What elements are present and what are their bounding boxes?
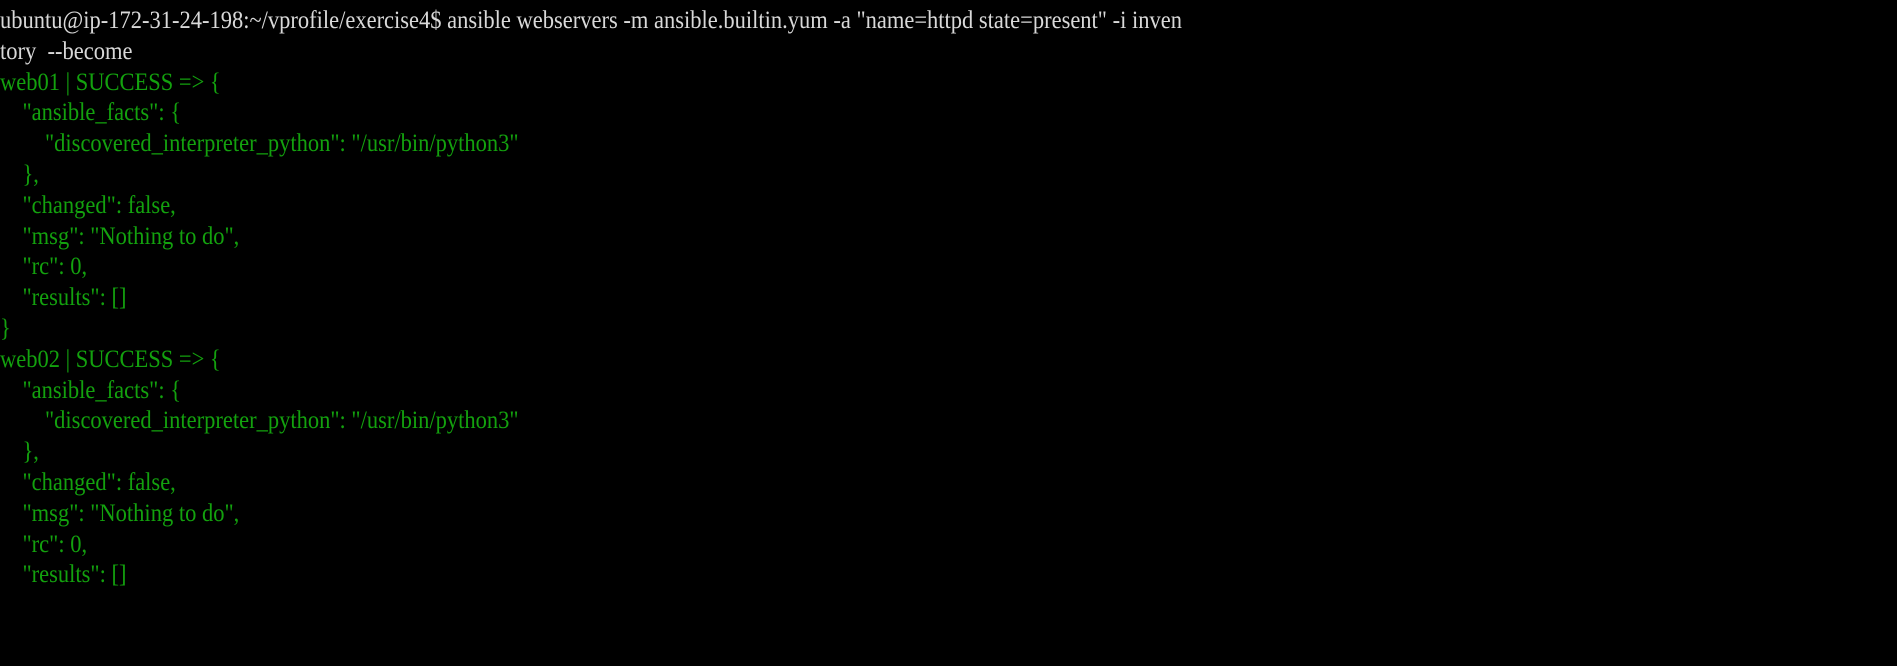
output-line: "changed": false,: [0, 191, 176, 219]
output-line: "msg": "Nothing to do",: [0, 499, 240, 527]
output-line: "changed": false,: [0, 468, 176, 496]
output-line: },: [0, 438, 39, 466]
output-line: },: [0, 160, 39, 188]
output-line: }: [0, 314, 11, 342]
output-line: "discovered_interpreter_python": "/usr/b…: [0, 130, 519, 158]
output-line: "discovered_interpreter_python": "/usr/b…: [0, 407, 519, 435]
output-line: "results": []: [0, 561, 127, 589]
host-result-header-web02: web02 | SUCCESS => {: [0, 345, 221, 373]
prompt-command-line: ubuntu@ip-172-31-24-198:~/vprofile/exerc…: [0, 7, 1182, 34]
output-line: "results": []: [0, 284, 127, 312]
output-line: "rc": 0,: [0, 530, 88, 558]
output-line: "ansible_facts": {: [0, 376, 182, 404]
command-continuation-line: tory --become: [0, 37, 133, 65]
output-line: "rc": 0,: [0, 253, 88, 281]
terminal-window[interactable]: ubuntu@ip-172-31-24-198:~/vprofile/exerc…: [0, 0, 1897, 666]
terminal-output: ubuntu@ip-172-31-24-198:~/vprofile/exerc…: [0, 6, 1313, 591]
host-result-header-web01: web01 | SUCCESS => {: [0, 68, 221, 96]
output-line: "msg": "Nothing to do",: [0, 222, 240, 250]
output-line: "ansible_facts": {: [0, 99, 182, 127]
